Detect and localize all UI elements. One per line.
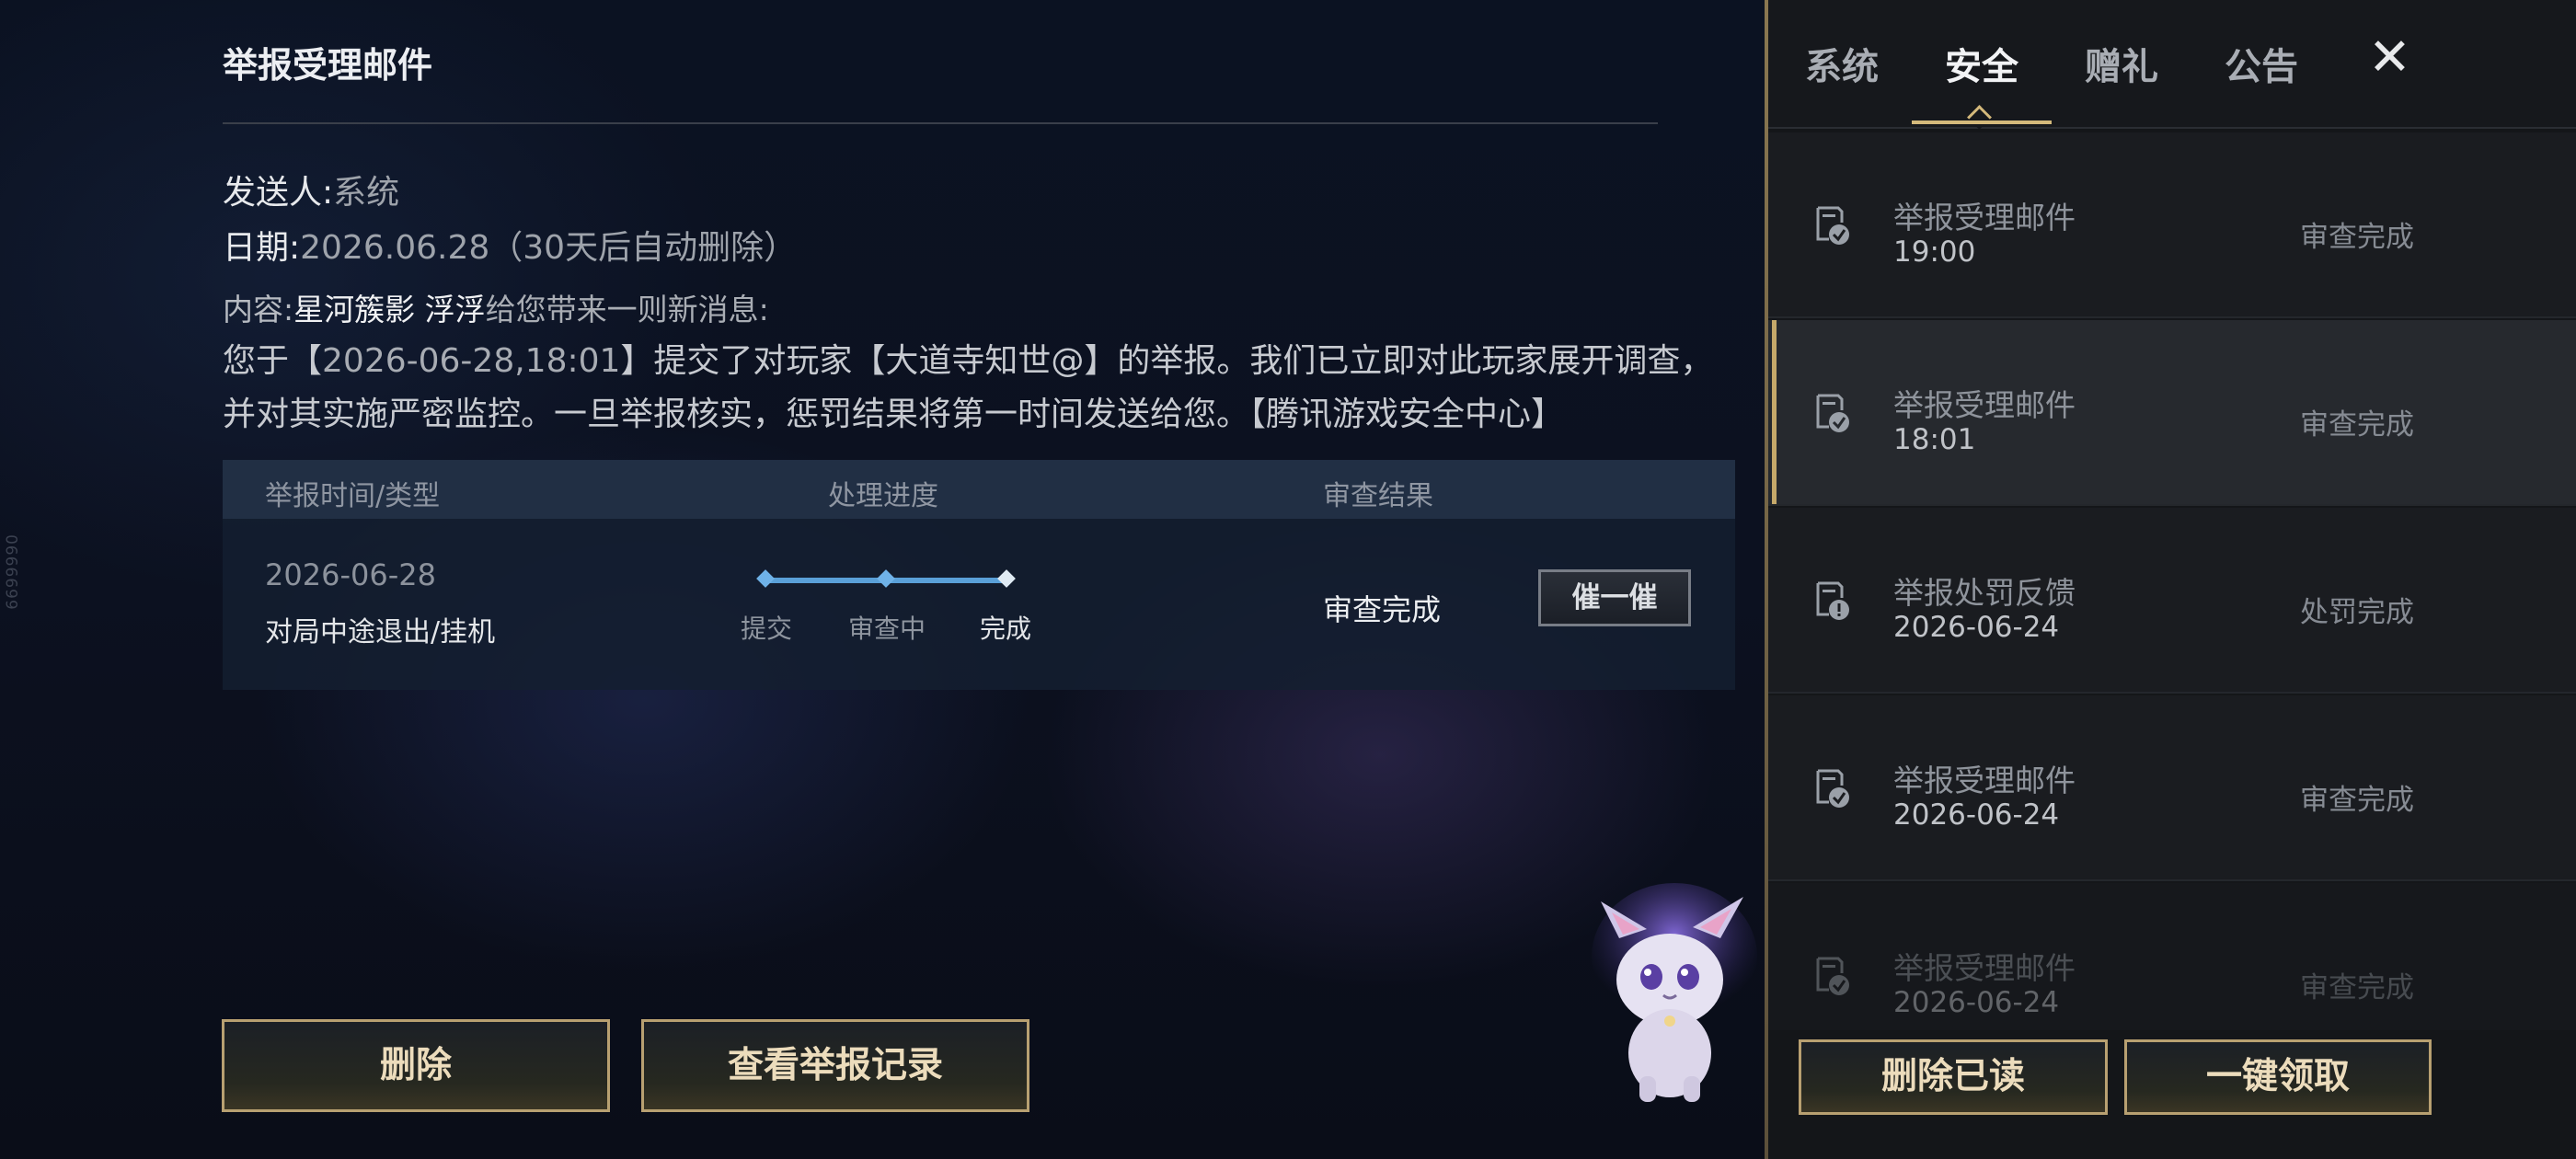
mail-item[interactable]: 举报受理邮件 2026-06-24 审查完成 <box>1768 695 2576 881</box>
delete-read-button[interactable]: 删除已读 <box>1799 1039 2108 1115</box>
urge-button[interactable]: 催一催 <box>1538 569 1691 626</box>
mail-item-status: 处罚完成 <box>2300 596 2414 629</box>
mail-item-time: 2026-06-24 <box>1893 986 2060 1019</box>
content-label: 内容: <box>223 292 294 327</box>
mail-item-time: 19:00 <box>1893 235 1976 269</box>
date-value: 2026.06.28（30天后自动删除） <box>300 229 798 267</box>
mail-item-title: 举报受理邮件 <box>1893 950 2076 986</box>
mail-body: 您于【2026-06-28,18:01】提交了对玩家【大道寺知世@】的举报。我们… <box>223 335 1722 442</box>
mail-tabs: 系统 安全 赠礼 公告 ✕ <box>1768 0 2576 130</box>
report-date: 2026-06-28 <box>265 557 436 592</box>
mail-item-time: 2026-06-24 <box>1893 798 2060 832</box>
mail-item-title: 举报受理邮件 <box>1893 763 2076 798</box>
mail-item-status: 审查完成 <box>2300 971 2414 1004</box>
sender-line: 发送人:系统 <box>223 166 399 213</box>
tab-gift[interactable]: 赠礼 <box>2085 37 2158 90</box>
mail-detail-title: 举报受理邮件 <box>223 45 433 86</box>
tab-announcement[interactable]: 公告 <box>2225 37 2298 90</box>
side-id-text: 6699990 <box>4 534 22 610</box>
mail-check-icon <box>1816 957 1849 995</box>
mail-item-title: 举报受理邮件 <box>1893 387 2076 423</box>
tab-security[interactable]: 安全 <box>1945 37 2018 90</box>
header-time-type: 举报时间/类型 <box>265 480 441 512</box>
close-icon[interactable]: ✕ <box>2368 28 2411 87</box>
progress-node-submit <box>756 569 775 588</box>
tab-system[interactable]: 系统 <box>1805 37 1879 90</box>
progress-node-done <box>997 569 1016 588</box>
mail-item[interactable]: 举报受理邮件 2026-06-24 审查完成 <box>1768 883 2576 1030</box>
delete-button[interactable]: 删除 <box>222 1019 610 1112</box>
date-line: 日期:2026.06.28（30天后自动删除） <box>223 221 797 269</box>
content-line: 内容:星河簇影 浮浮给您带来一则新消息: <box>223 285 769 329</box>
title-divider <box>223 122 1658 124</box>
header-progress: 处理进度 <box>828 480 938 512</box>
review-result: 审查完成 <box>1323 592 1442 627</box>
mail-item[interactable]: 举报受理邮件 18:01 审查完成 <box>1768 320 2576 506</box>
content-sender: 星河簇影 浮浮 <box>293 292 486 327</box>
sender-value: 系统 <box>333 174 400 212</box>
mail-item-status: 审查完成 <box>2300 408 2414 442</box>
report-table-header: 举报时间/类型 处理进度 审查结果 <box>223 460 1735 519</box>
report-table: 举报时间/类型 处理进度 审查结果 2026-06-28 对局中途退出/挂机 提… <box>223 460 1735 690</box>
body-part1: 您于【 <box>223 342 323 380</box>
mail-list: 举报受理邮件 19:00 审查完成 举报受理邮件 18:01 审查完成 举报处罚… <box>1768 129 2576 1030</box>
header-result: 审查结果 <box>1323 480 1433 512</box>
date-label: 日期: <box>223 229 301 267</box>
mail-item-title: 举报受理邮件 <box>1893 200 2076 235</box>
progress-label-submit: 提交 <box>741 614 793 644</box>
mail-item[interactable]: 举报受理邮件 19:00 审查完成 <box>1768 132 2576 318</box>
view-report-records-button[interactable]: 查看举报记录 <box>641 1019 1029 1112</box>
selected-indicator <box>1772 320 1777 504</box>
mascot-character[interactable] <box>1582 883 1757 1104</box>
active-tab-caret <box>1967 105 1992 130</box>
mail-item-status: 审查完成 <box>2300 784 2414 817</box>
mail-item-title: 举报处罚反馈 <box>1893 575 2076 611</box>
content-intro: 给您带来一则新消息: <box>485 292 769 327</box>
body-report-time: 2026-06-28,18:01 <box>322 342 621 380</box>
report-type: 对局中途退出/挂机 <box>265 616 496 648</box>
mail-item[interactable]: 举报处罚反馈 2026-06-24 处罚完成 <box>1768 508 2576 694</box>
active-tab-underline <box>1912 120 2052 124</box>
progress-node-review <box>877 569 895 588</box>
sender-label: 发送人: <box>223 174 334 212</box>
mail-check-icon <box>1816 206 1849 245</box>
mail-check-icon <box>1816 394 1849 432</box>
mail-alert-icon <box>1816 581 1849 620</box>
claim-all-button[interactable]: 一键领取 <box>2124 1039 2432 1115</box>
mail-check-icon <box>1816 769 1849 808</box>
mail-item-time: 18:01 <box>1893 423 1976 456</box>
progress-label-review: 审查中 <box>848 614 926 644</box>
mail-item-time: 2026-06-24 <box>1893 611 2060 644</box>
progress-label-done: 完成 <box>980 614 1032 644</box>
mail-item-status: 审查完成 <box>2300 221 2414 254</box>
